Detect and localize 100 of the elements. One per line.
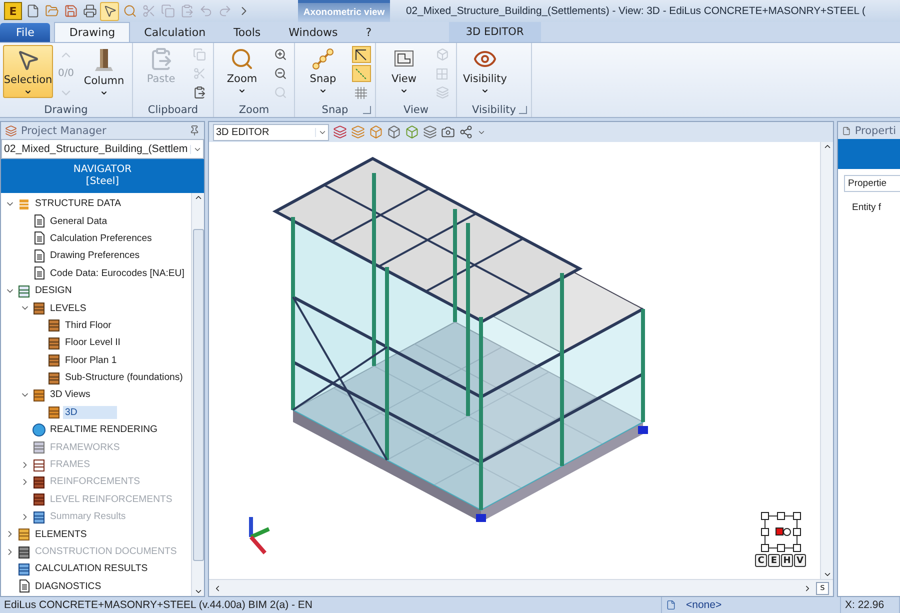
ribbon-button[interactable]: Visibility: [460, 45, 510, 98]
ribbon-button[interactable]: Zoom: [217, 45, 267, 98]
new-file-icon: [26, 4, 40, 18]
printer-icon: [82, 4, 96, 18]
launcher-icon[interactable]: [519, 106, 528, 114]
tree-item[interactable]: 3D: [63, 406, 118, 419]
search-icon: [122, 4, 136, 18]
tree-item[interactable]: General Data: [48, 214, 110, 228]
tree-item[interactable]: CALCULATION RESULTS: [33, 562, 150, 576]
view-toggle[interactable]: H: [781, 554, 793, 567]
scroll-right-icon[interactable]: [803, 584, 812, 592]
tree-item[interactable]: Floor Plan 1: [63, 354, 119, 367]
line-snap-icon: [355, 68, 367, 80]
wireframe-icon: [387, 125, 401, 139]
ribbon-tab[interactable]: Calculation: [130, 23, 220, 42]
scroll-down-icon[interactable]: [822, 570, 832, 579]
ribbon-button[interactable]: Snap: [298, 45, 348, 98]
window-title: 02_Mixed_Structure_Building_(Settlements) - View: 3D - EdiLus CONCRETE+MASONRY+STEEL (: [405, 4, 866, 18]
view-toggle[interactable]: E: [768, 554, 780, 567]
scrollbar[interactable]: [191, 193, 204, 596]
corner-snap-icon: [355, 48, 367, 60]
group-label: View: [404, 104, 428, 116]
app-logo[interactable]: E: [4, 2, 22, 20]
ribbon-button[interactable]: Selection: [3, 45, 53, 98]
group-label: Clipboard: [148, 104, 198, 116]
ribbon-tab[interactable]: Tools: [220, 23, 275, 42]
share-icon: [459, 125, 473, 139]
document-icon: [666, 600, 676, 610]
document-icon: [32, 231, 46, 246]
navigator-title: NAVIGATOR: [73, 164, 132, 176]
view-toggle[interactable]: V: [794, 554, 806, 567]
status-product: EdiLus CONCRETE+MASONRY+STEEL (v.44.00a) BIM 2(a) - EN: [0, 597, 662, 613]
redo-icon: [218, 4, 232, 18]
tree-item[interactable]: LEVELS: [48, 302, 88, 315]
clipboard-icon: [192, 86, 206, 99]
copy-icon: [192, 48, 206, 61]
pin-icon: [189, 125, 200, 136]
tree-item[interactable]: STRUCTURE DATA: [33, 197, 123, 210]
ribbon-button[interactable]: View: [379, 45, 429, 98]
panel-icon: [5, 124, 17, 136]
view-toggle[interactable]: C: [755, 554, 767, 567]
copy-icon: [160, 4, 174, 18]
tree-item[interactable]: Sub-Structure (foundations): [63, 371, 185, 384]
view-select[interactable]: 3D EDITOR: [213, 124, 329, 140]
tree-item[interactable]: Floor Level II: [63, 336, 122, 350]
scissors-icon: [142, 4, 156, 18]
snap-icon: [311, 47, 335, 71]
scroll-up-icon[interactable]: [822, 142, 832, 151]
scroll-up-icon[interactable]: [194, 193, 202, 202]
tree-item[interactable]: Calculation Preferences: [48, 232, 154, 245]
grid-icon: [355, 86, 367, 98]
scroll-split-button[interactable]: s: [816, 582, 829, 594]
layers-icon: [436, 86, 448, 99]
status-coordinates: X: 22.96: [845, 599, 884, 611]
tree-item[interactable]: Drawing Preferences: [48, 249, 142, 262]
group-label: Visibility: [472, 104, 516, 116]
scroll-down-icon[interactable]: [194, 587, 202, 596]
ribbon-tab[interactable]: Drawing: [54, 22, 130, 42]
tree-item[interactable]: 3D Views: [48, 388, 92, 402]
search-icon: [230, 47, 254, 71]
document-icon: [32, 214, 46, 228]
tree-item[interactable]: Code Data: Eurocodes [NA:EU]: [48, 266, 186, 280]
tree-item[interactable]: ELEMENTS: [33, 528, 89, 541]
launcher-icon[interactable]: [363, 106, 371, 114]
tree-item[interactable]: DIAGNOSTICS: [33, 580, 104, 593]
group-label: Drawing: [44, 104, 88, 116]
tree-item[interactable]: REALTIME RENDERING: [48, 423, 160, 436]
save-icon: [64, 4, 78, 18]
properties-tab[interactable]: Propertie: [844, 175, 900, 192]
navigation-cube-icon[interactable]: [760, 512, 800, 552]
tree-item[interactable]: DESIGN: [33, 284, 74, 298]
column-icon: [93, 47, 115, 73]
properties-header: [838, 139, 900, 169]
group-label: Snap: [322, 104, 348, 116]
project-select[interactable]: 02_Mixed_Structure_Building_(Settlem: [1, 139, 204, 159]
ribbon-tab[interactable]: Windows: [274, 23, 352, 42]
box-icon: [369, 125, 383, 139]
ribbon-tab[interactable]: 3D EDITOR: [448, 22, 541, 42]
plan-icon: [436, 68, 448, 80]
contextual-group-title: Axonometric view: [298, 0, 390, 22]
zoom-out-icon: [274, 67, 286, 80]
status-selection: <none>: [685, 599, 722, 611]
clipboard-icon: [180, 4, 194, 18]
stack-icon: [351, 125, 365, 139]
file-tab[interactable]: File: [0, 23, 50, 42]
pointer-icon: [16, 48, 40, 72]
horizontal-scrollbar[interactable]: s: [209, 579, 833, 596]
3d-viewport[interactable]: C E H V: [209, 142, 820, 579]
document-icon: [842, 124, 851, 136]
tree-item[interactable]: Third Floor: [63, 318, 114, 332]
clipboard-icon: [149, 47, 173, 71]
document-icon: [32, 266, 46, 280]
properties-text: Entity f: [852, 202, 882, 213]
scroll-left-icon[interactable]: [213, 584, 222, 592]
ribbon-button[interactable]: Column: [79, 45, 129, 98]
zoom-in-icon: [274, 48, 286, 61]
scrollbar[interactable]: [820, 142, 833, 579]
ribbon-tab[interactable]: ?: [352, 23, 386, 42]
panel-title: Properti: [854, 124, 896, 136]
counter-text: 0/0: [58, 68, 74, 79]
